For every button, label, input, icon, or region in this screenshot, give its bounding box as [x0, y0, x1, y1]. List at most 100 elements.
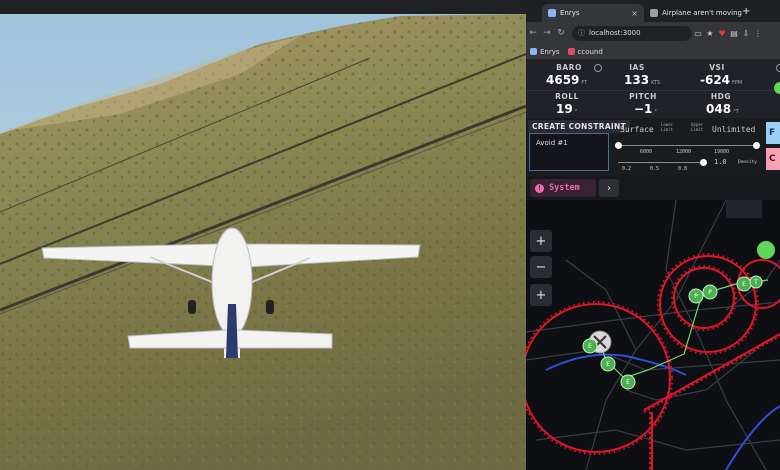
zoom-in-button[interactable]: +: [530, 230, 552, 252]
map-canvas: E E E P P E T: [526, 200, 780, 470]
tab-favicon: [548, 9, 556, 17]
right-wheel: [266, 300, 274, 314]
road: [535, 429, 780, 451]
cast-icon[interactable]: ▭: [692, 29, 704, 38]
dial-icon: [594, 64, 602, 72]
tab-label: Enrys: [560, 9, 580, 17]
road: [526, 349, 780, 371]
vertical-fin: [226, 304, 238, 358]
baro-value: 4659 FT: [546, 73, 588, 87]
pitch-value: −1 °: [634, 102, 657, 116]
route-line-2: [725, 405, 780, 470]
constraint-boundary: [643, 333, 780, 411]
bookmark-label: Enrys: [540, 47, 560, 56]
road: [526, 301, 780, 333]
menu-icon[interactable]: ⋮: [752, 29, 764, 38]
tab-favicon: [650, 9, 658, 17]
constraint-circle: [526, 301, 673, 455]
browser-toolbar: ← → ↻ ⓘ localhost:3000 ▭ ★ ♥ ▤ ⇩ ⋮: [526, 22, 780, 44]
density-tick: 0.8: [678, 166, 688, 172]
zoom-out-button[interactable]: −: [530, 256, 552, 278]
tab-strip: Enrys × Airplane aren't moving × +: [526, 0, 780, 22]
waypoint-label: E: [626, 379, 630, 386]
recenter-button[interactable]: +: [530, 284, 552, 306]
road: [665, 200, 767, 470]
bookmark-star-icon[interactable]: ★: [704, 29, 716, 38]
system-button[interactable]: ! System: [530, 179, 596, 197]
screen: Enrys × Airplane aren't moving × + ← → ↻…: [0, 0, 780, 470]
bookmark-favicon: [530, 48, 537, 55]
map-view[interactable]: E E E P P E T + − +: [526, 200, 780, 470]
waypoint-label: E: [742, 281, 746, 288]
download-icon[interactable]: ⇩: [740, 29, 752, 38]
status-indicator: [774, 82, 780, 94]
waypoint-label: P: [694, 293, 698, 300]
baro-label: BARO: [556, 63, 582, 72]
browser-window: Enrys × Airplane aren't moving × + ← → ↻…: [526, 0, 780, 470]
bookmark-enrys[interactable]: Enrys: [530, 48, 560, 56]
chevron-right-icon[interactable]: ›: [599, 179, 619, 197]
density-slider-handle[interactable]: [700, 159, 707, 166]
bookmarks-bar: Enrys ccound: [526, 44, 780, 60]
vsi-value: -624 FPM: [700, 73, 743, 87]
constraint-circle: [671, 265, 737, 331]
reload-icon[interactable]: ↻: [554, 28, 568, 38]
density-tick: 0.2: [622, 166, 632, 172]
alert-icon: !: [535, 183, 544, 193]
instrument-panel: BARO IAS VSI 4659 FT 133 KTS -624 FPM ROLL …: [526, 60, 780, 118]
unlimited-option[interactable]: Unlimited: [712, 125, 755, 134]
ias-value: 133 KTS: [624, 73, 661, 87]
bookmark-label: ccound: [577, 47, 603, 56]
altitude-slider-handle-low[interactable]: [615, 142, 622, 149]
left-wheel: [188, 300, 196, 314]
new-tab-button[interactable]: +: [742, 6, 750, 17]
surface-option[interactable]: Surface: [620, 125, 654, 134]
roll-value: 19 °: [556, 102, 578, 116]
altitude-range-slider[interactable]: [618, 145, 758, 146]
hdg-value: 048 °T: [706, 102, 739, 116]
roll-label: ROLL: [555, 92, 579, 101]
forward-icon[interactable]: →: [540, 28, 554, 38]
density-value: 1.0: [714, 158, 727, 166]
f-button[interactable]: F: [766, 122, 780, 144]
bookmark-favicon: [567, 48, 575, 55]
waypoint-label: T: [753, 279, 758, 286]
c-button[interactable]: C: [766, 148, 780, 170]
constraint-name-input[interactable]: Avoid #1: [529, 133, 609, 171]
address-bar[interactable]: ⓘ localhost:3000: [572, 25, 692, 41]
alt-tick: 12000: [676, 149, 692, 155]
tab-airplane[interactable]: Airplane aren't moving ×: [644, 4, 742, 22]
waypoint-label: E: [588, 343, 592, 350]
density-label: Density: [738, 160, 757, 165]
alt-tick: 19000: [714, 149, 730, 155]
system-row: ! System ›: [526, 176, 780, 200]
waypoint-label: P: [708, 289, 712, 296]
altitude-slider-handle-high[interactable]: [753, 142, 760, 149]
waypoint-label: E: [606, 361, 610, 368]
vsi-label: VSI: [709, 63, 725, 72]
dial-icon: [776, 64, 780, 72]
constraint-circle: [673, 267, 735, 329]
upper-limit-label: Upper Limit: [690, 122, 704, 132]
extension-icon[interactable]: ♥: [716, 29, 728, 38]
bookmark-ccound[interactable]: ccound: [567, 47, 603, 56]
print-icon[interactable]: ▤: [728, 29, 740, 38]
density-slider[interactable]: [618, 162, 704, 163]
waypoint-marker[interactable]: [757, 241, 775, 259]
close-icon[interactable]: ×: [631, 9, 638, 18]
map-block: [726, 200, 762, 218]
pitch-label: PITCH: [629, 92, 657, 101]
url-text: localhost:3000: [589, 29, 641, 37]
constraint-title: CREATE CONSTRAINT: [528, 120, 631, 133]
tab-enrys[interactable]: Enrys ×: [542, 4, 644, 22]
constraint-panel: CREATE CONSTRAINT Avoid #1 Surface Lower…: [526, 118, 780, 176]
site-info-icon[interactable]: ⓘ: [578, 28, 585, 38]
flight-sim-view: [0, 14, 526, 470]
system-label: System: [549, 183, 580, 193]
density-tick: 0.5: [650, 166, 660, 172]
hdg-label: HDG: [710, 92, 732, 101]
back-icon[interactable]: ←: [526, 28, 540, 38]
instrument-divider: [526, 90, 780, 91]
alt-tick: 6000: [640, 149, 653, 155]
tab-label: Airplane aren't moving: [662, 9, 742, 17]
